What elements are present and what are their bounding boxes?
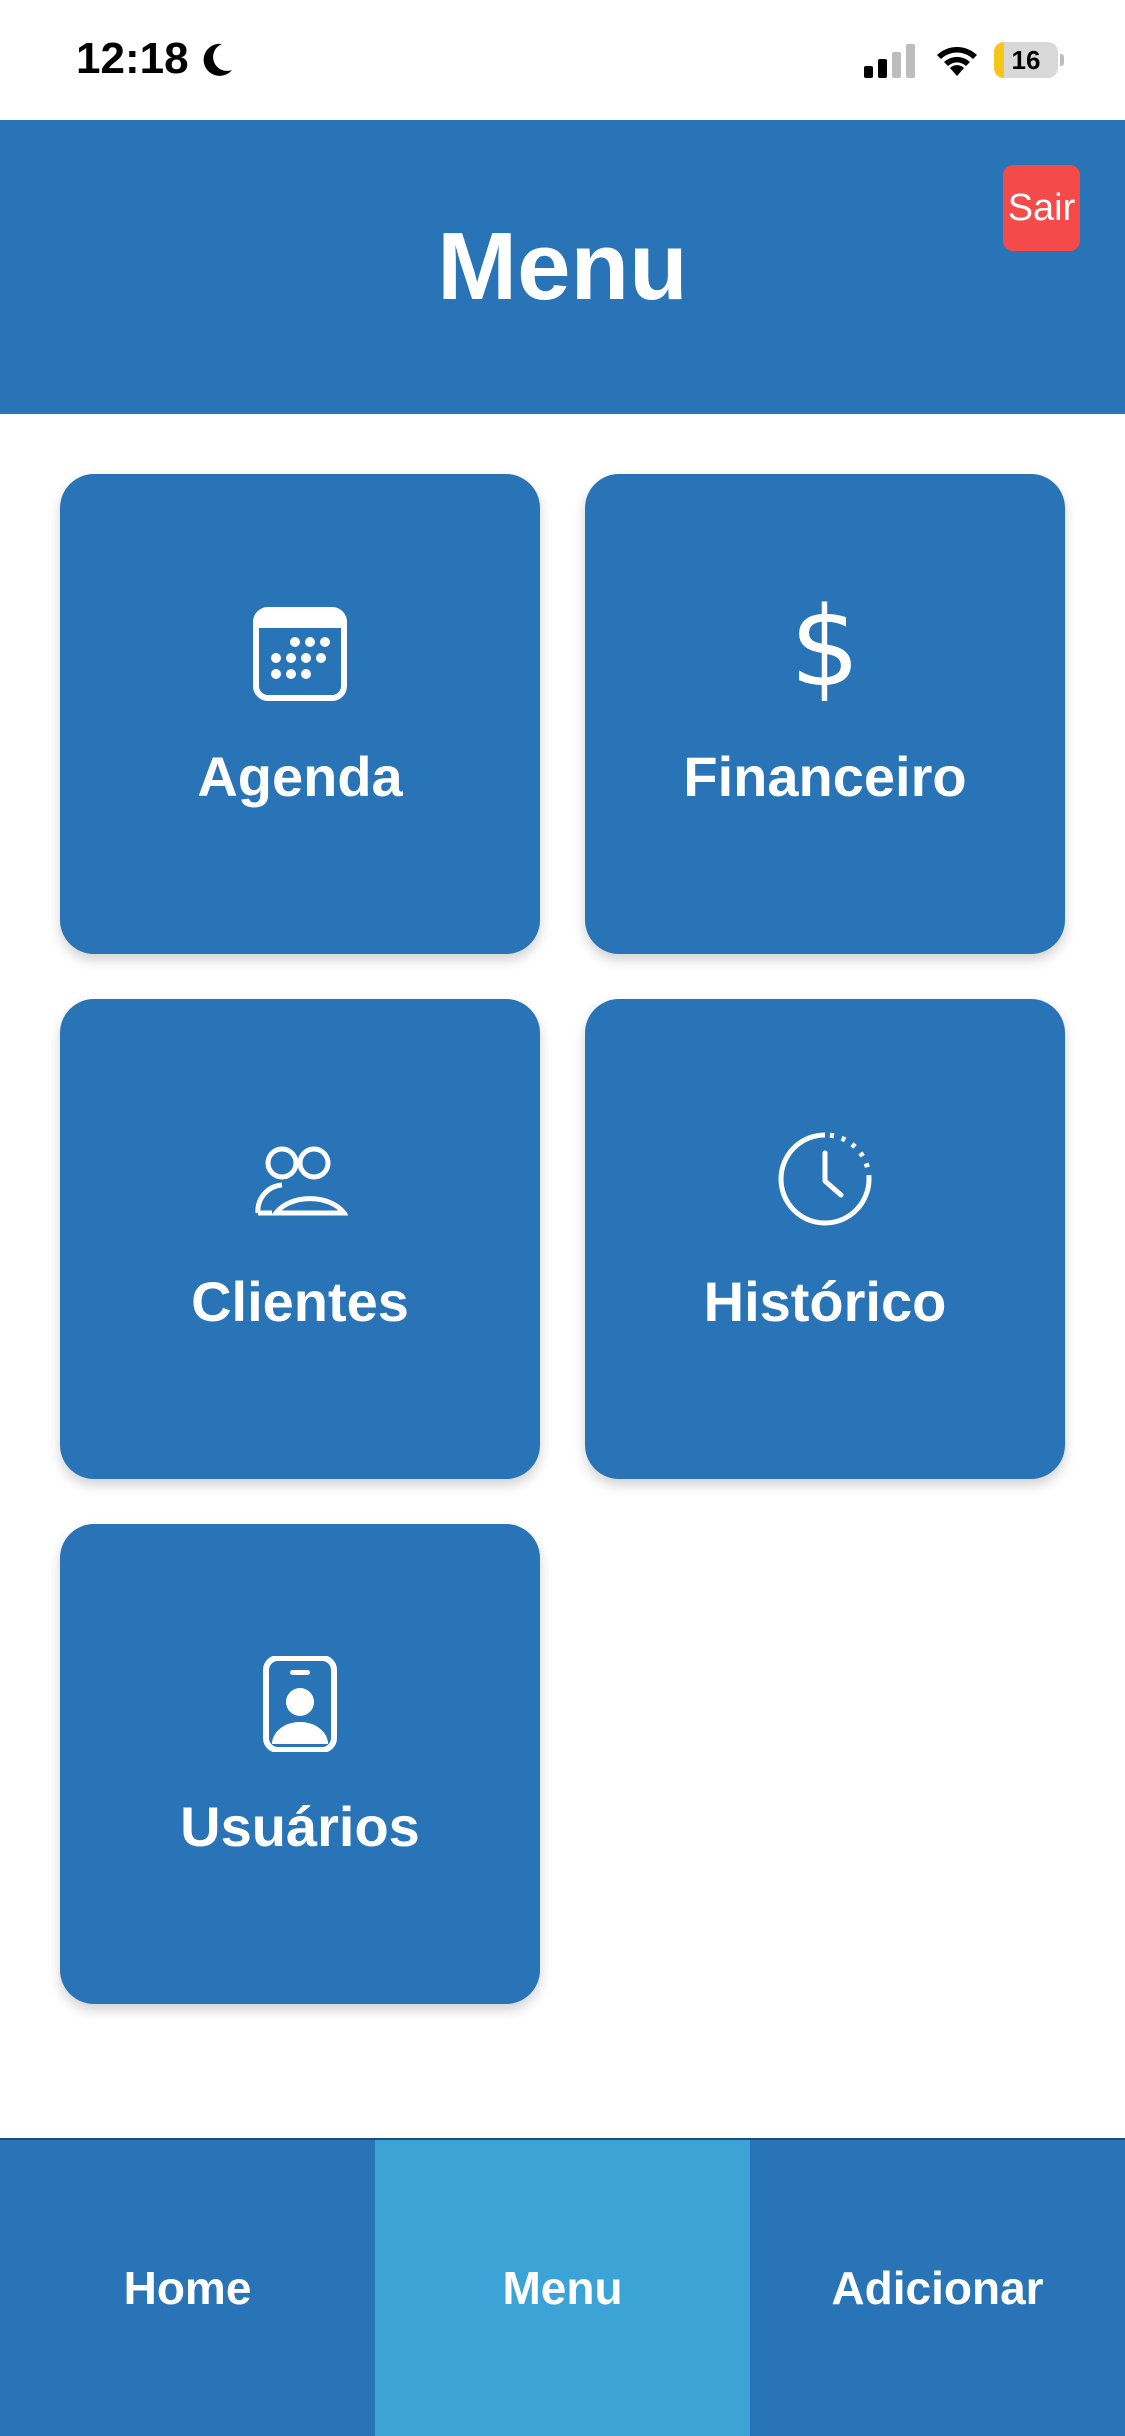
dollar-icon: $ bbox=[790, 583, 860, 711]
tile-agenda[interactable]: Agenda bbox=[60, 474, 540, 954]
status-time: 12:18 bbox=[76, 34, 189, 83]
calendar-icon bbox=[253, 607, 347, 701]
bottom-navigation: Home Menu Adicionar bbox=[0, 2138, 1125, 2436]
id-badge-icon bbox=[263, 1656, 337, 1752]
battery-charging-icon: 16 bbox=[994, 42, 1064, 78]
tile-label: Clientes bbox=[191, 1270, 409, 1333]
cellular-signal-icon bbox=[864, 44, 915, 78]
status-bar: 12:18 16 bbox=[0, 0, 1125, 120]
logout-button[interactable]: Sair bbox=[1003, 165, 1080, 251]
battery-percent: 16 bbox=[1011, 45, 1041, 75]
header-bar: Menu Sair bbox=[0, 120, 1125, 414]
menu-screen: 12:18 16 Menu Sair Agenda $ Financeiro C… bbox=[0, 0, 1125, 2436]
tile-label: Usuários bbox=[180, 1795, 420, 1858]
menu-grid: Agenda $ Financeiro Clientes Histórico U… bbox=[0, 414, 1125, 2134]
tile-label: Financeiro bbox=[683, 745, 967, 808]
page-title: Menu bbox=[437, 213, 688, 320]
clock-history-icon bbox=[778, 1132, 872, 1226]
nav-menu[interactable]: Menu bbox=[375, 2140, 750, 2436]
nav-adicionar[interactable]: Adicionar bbox=[750, 2140, 1125, 2436]
moon-icon bbox=[203, 43, 232, 76]
tile-financeiro[interactable]: $ Financeiro bbox=[585, 474, 1065, 954]
nav-home[interactable]: Home bbox=[0, 2140, 375, 2436]
wifi-icon bbox=[937, 47, 977, 76]
tile-label: Histórico bbox=[703, 1270, 947, 1333]
tile-clientes[interactable]: Clientes bbox=[60, 999, 540, 1479]
tile-label: Agenda bbox=[197, 745, 403, 808]
tile-usuarios[interactable]: Usuários bbox=[60, 1524, 540, 2004]
tile-historico[interactable]: Histórico bbox=[585, 999, 1065, 1479]
users-icon bbox=[255, 1146, 348, 1216]
